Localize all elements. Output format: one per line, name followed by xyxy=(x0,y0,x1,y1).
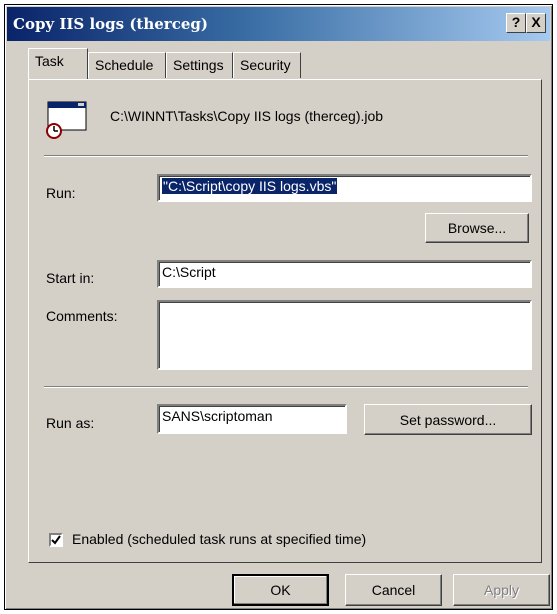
run-label: Run: xyxy=(46,185,76,201)
task-file-path: C:\WINNT\Tasks\Copy IIS logs (therceg).j… xyxy=(110,108,384,124)
run-field[interactable]: "C:\Script\copy IIS logs.vbs" xyxy=(157,174,532,202)
tab-settings[interactable]: Settings xyxy=(166,52,233,78)
start-in-field[interactable]: C:\Script xyxy=(157,260,532,288)
comments-field[interactable] xyxy=(157,300,532,370)
tab-schedule[interactable]: Schedule xyxy=(88,52,166,78)
tab-security[interactable]: Security xyxy=(233,52,301,78)
run-field-value: "C:\Script\copy IIS logs.vbs" xyxy=(162,178,338,194)
help-button[interactable]: ? xyxy=(506,13,526,33)
run-as-field[interactable]: SANS\scriptoman xyxy=(157,404,347,434)
comments-label: Comments: xyxy=(46,308,118,324)
apply-button[interactable]: Apply xyxy=(453,574,550,606)
close-button[interactable]: X xyxy=(526,13,546,33)
divider-top xyxy=(44,155,528,157)
tab-task[interactable]: Task xyxy=(28,48,88,79)
scheduled-task-file-icon xyxy=(44,100,88,140)
run-as-label: Run as: xyxy=(46,415,95,431)
cancel-button[interactable]: Cancel xyxy=(345,574,442,606)
checkmark-icon xyxy=(51,535,61,545)
window-title: Copy IIS logs (therceg) xyxy=(13,15,208,33)
ok-button[interactable]: OK xyxy=(232,574,329,606)
enabled-checkbox[interactable] xyxy=(49,533,63,547)
divider-middle xyxy=(44,386,528,388)
enabled-label: Enabled (scheduled task runs at specifie… xyxy=(72,531,367,547)
set-password-button[interactable]: Set password... xyxy=(364,404,532,435)
start-in-label: Start in: xyxy=(46,270,95,286)
title-bar[interactable]: Copy IIS logs (therceg) ? X xyxy=(7,7,550,41)
browse-button[interactable]: Browse... xyxy=(425,213,529,243)
